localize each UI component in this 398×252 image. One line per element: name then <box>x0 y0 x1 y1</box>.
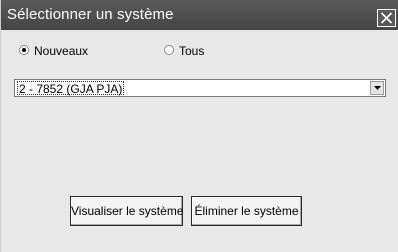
close-button[interactable] <box>377 9 396 27</box>
radio-tous[interactable]: Tous <box>164 44 224 58</box>
dropdown-button[interactable] <box>370 81 384 95</box>
close-icon <box>380 12 393 24</box>
system-dropdown-value: 2 - 7852 (GJA PJA) <box>17 81 125 96</box>
radio-button-unchecked[interactable] <box>164 45 174 55</box>
radio-nouveaux-label: Nouveaux <box>34 44 89 58</box>
chevron-down-icon <box>374 86 381 90</box>
system-dropdown[interactable]: 2 - 7852 (GJA PJA) <box>14 79 386 97</box>
delete-system-button[interactable]: Éliminer le système <box>191 196 302 226</box>
title-bar: Sélectionner un système <box>1 0 398 30</box>
visualize-system-button[interactable]: Visualiser le système <box>70 196 184 226</box>
window-title: Sélectionner un système <box>7 6 174 23</box>
select-system-dialog: Sélectionner un système Nouveaux Tous 2 … <box>0 0 398 252</box>
radio-tous-label: Tous <box>179 44 205 58</box>
radio-button-checked[interactable] <box>19 45 29 55</box>
radio-nouveaux[interactable]: Nouveaux <box>19 44 119 58</box>
